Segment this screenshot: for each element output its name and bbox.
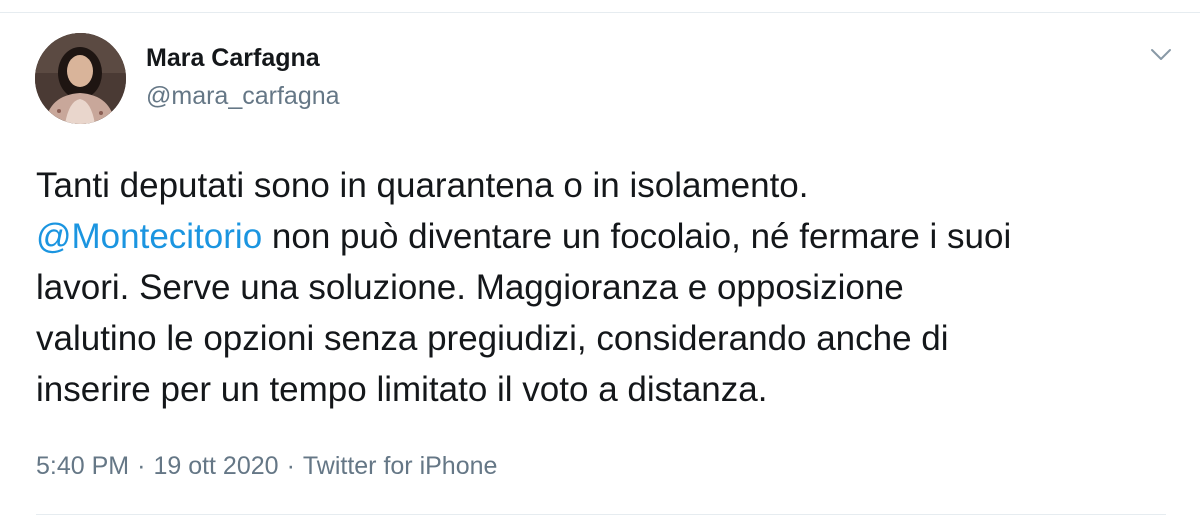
mention-link[interactable]: @Montecitorio: [36, 217, 262, 256]
author-name[interactable]: Mara Carfagna: [146, 44, 320, 73]
tweet-source[interactable]: Twitter for iPhone: [303, 452, 498, 480]
tweet-date[interactable]: 19 ott 2020: [153, 452, 278, 480]
chevron-down-icon: [1151, 49, 1171, 60]
author-handle[interactable]: @mara_carfagna: [146, 82, 340, 111]
tweet-meta: 5:40 PM · 19 ott 2020 · Twitter for iPhone: [36, 452, 497, 481]
avatar[interactable]: [35, 33, 126, 124]
tweet-text-line: lavori. Serve una soluzione. Maggioranza…: [36, 268, 904, 307]
tweet-time[interactable]: 5:40 PM: [36, 452, 129, 480]
tweet-text-line: Tanti deputati sono in quarantena o in i…: [36, 166, 809, 205]
tweet-text: Tanti deputati sono in quarantena o in i…: [36, 160, 1166, 415]
tweet-text-segment: non può diventare un focolaio, né fermar…: [262, 217, 1012, 256]
tweet-card: Mara Carfagna @mara_carfagna Tanti deput…: [0, 0, 1200, 532]
tweet-text-line: inserire per un tempo limitato il voto a…: [36, 370, 768, 409]
tweet-text-line: @Montecitorio non può diventare un focol…: [36, 211, 1166, 262]
meta-separator: ·: [286, 452, 295, 480]
bottom-divider: [36, 514, 1166, 515]
tweet-text-line: valutino le opzioni senza pregiudizi, co…: [36, 319, 949, 358]
avatar-image: [35, 33, 126, 124]
caret-menu-button[interactable]: [1144, 40, 1178, 70]
meta-separator: ·: [137, 452, 146, 480]
